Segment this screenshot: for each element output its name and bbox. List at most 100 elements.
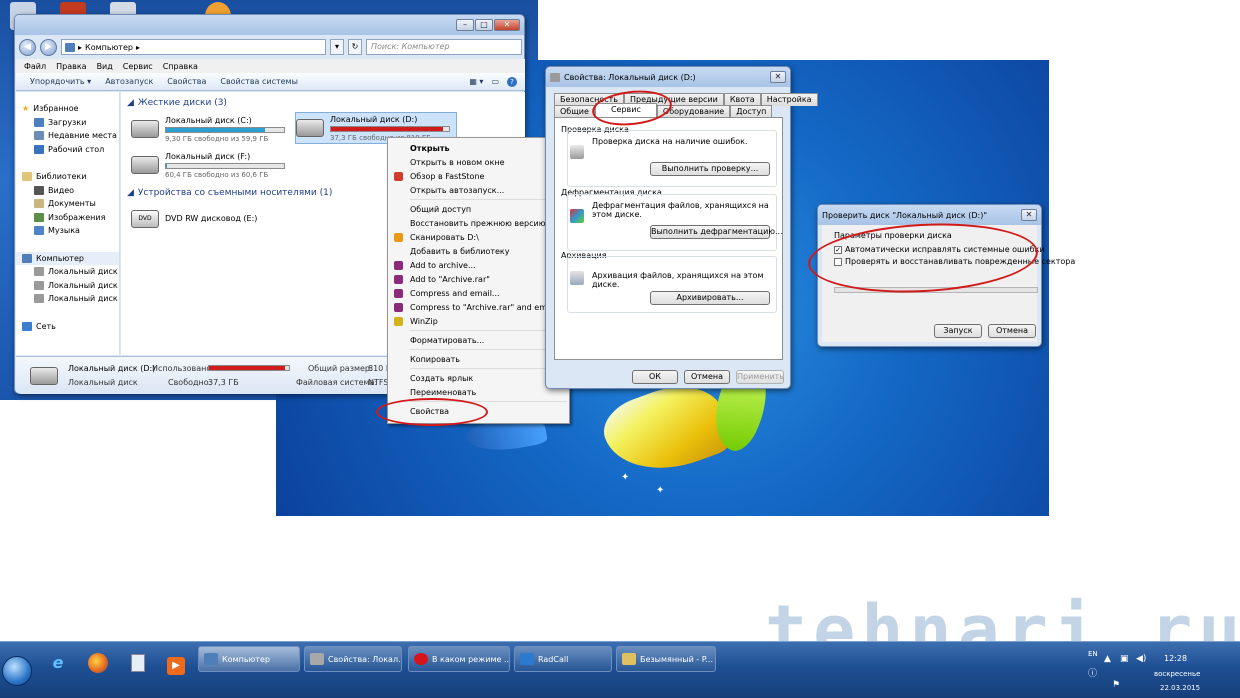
tray-arrow-icon[interactable]: ▲	[1104, 654, 1111, 664]
context-menu-item[interactable]: Сканировать D:\	[388, 230, 569, 244]
back-arrow-icon[interactable]: ◀	[19, 38, 36, 56]
system-tray: EN ⓘ ▲ ▣ ◀) ⚑ 12:28 воскресенье 22.03.20…	[1088, 646, 1224, 698]
check-disk-titlebar[interactable]: Проверить диск "Локальный диск (D:)" ✕	[818, 205, 1041, 225]
removable-header[interactable]: ◢ Устройства со съемными носителями (1)	[127, 188, 332, 198]
address-dropdown-icon[interactable]: ▾	[330, 39, 344, 55]
blank-area	[538, 0, 1225, 60]
nav-downloads[interactable]: Загрузки	[16, 116, 119, 130]
check-disk-title: Проверить диск "Локальный диск (D:)"	[822, 210, 988, 220]
nav-drive-d[interactable]: Локальный диск (D	[16, 279, 119, 293]
search-input[interactable]: Поиск: Компьютер	[366, 39, 522, 55]
nav-documents[interactable]: Документы	[16, 197, 119, 211]
context-menu-item[interactable]: Открыть в новом окне	[388, 155, 569, 169]
maximize-button[interactable]: □	[475, 19, 493, 31]
network-icon[interactable]: ▣	[1120, 654, 1129, 664]
cancel-button[interactable]: Отмена	[988, 324, 1036, 338]
menu-edit[interactable]: Правка	[56, 62, 86, 71]
properties-button[interactable]: Свойства	[167, 77, 206, 86]
menu-item-label: Add to archive...	[410, 260, 476, 270]
dvd-drive[interactable]: DVD DVD RW дисковод (E:)	[131, 204, 257, 228]
nav-libraries[interactable]: Библиотеки	[16, 170, 119, 184]
task-opera[interactable]: В каком режиме ...	[408, 646, 510, 672]
cancel-button[interactable]: Отмена	[684, 370, 730, 384]
start-button[interactable]	[2, 656, 32, 686]
close-button[interactable]: ✕	[494, 19, 520, 31]
notepad-icon[interactable]	[120, 648, 156, 678]
nav-drive-c[interactable]: Локальный диск (C	[16, 265, 119, 279]
context-menu-item[interactable]: Открыть	[388, 141, 569, 155]
organize-button[interactable]: Упорядочить ▾	[30, 77, 91, 86]
context-menu-item[interactable]: Compress to "Archive.rar" and email	[388, 300, 569, 314]
backup-button[interactable]: Архивировать...	[650, 291, 770, 305]
context-menu-item[interactable]: Создать ярлык	[388, 371, 569, 385]
firefox-icon[interactable]	[80, 648, 116, 678]
drive-c[interactable]: Локальный диск (C:) 9,30 ГБ свободно из …	[131, 114, 285, 143]
context-menu-item[interactable]: Форматировать...	[388, 333, 569, 347]
nav-label: Рабочий стол	[48, 144, 105, 154]
volume-icon[interactable]: ◀)	[1136, 654, 1146, 664]
context-menu-item[interactable]: Add to "Archive.rar"	[388, 272, 569, 286]
action-center-icon[interactable]: ⚑	[1112, 680, 1120, 690]
task-radcall[interactable]: RadCall	[514, 646, 612, 672]
menu-item-icon	[394, 261, 403, 270]
hard-disks-header[interactable]: ◢ Жесткие диски (3)	[127, 98, 227, 108]
context-menu-item[interactable]: WinZip▶	[388, 314, 569, 328]
nav-video[interactable]: Видео	[16, 184, 119, 198]
menu-view[interactable]: Вид	[97, 62, 113, 71]
nav-music[interactable]: Музыка	[16, 224, 119, 238]
nav-recent[interactable]: Недавние места	[16, 129, 119, 143]
nav-pictures[interactable]: Изображения	[16, 211, 119, 225]
media-player-icon[interactable]: ▶	[158, 648, 194, 678]
close-button[interactable]: ✕	[770, 71, 786, 83]
context-menu-item[interactable]: Обзор в FastStone	[388, 169, 569, 183]
explorer-titlebar[interactable]: – □ ✕	[15, 15, 524, 35]
menu-separator	[410, 199, 567, 200]
drive-f[interactable]: Локальный диск (F:) 60,4 ГБ свободно из …	[131, 150, 285, 179]
defragment-button[interactable]: Выполнить дефрагментацию...	[650, 225, 783, 239]
language-indicator[interactable]: EN	[1088, 650, 1098, 658]
task-properties[interactable]: Свойства: Локал...	[304, 646, 402, 672]
help-icon[interactable]: ?	[507, 76, 517, 87]
context-menu-item[interactable]: Добавить в библиотеку▶	[388, 244, 569, 258]
check-now-button[interactable]: Выполнить проверку...	[650, 162, 770, 176]
status-total-label: Общий размер:	[308, 364, 373, 373]
refresh-icon[interactable]: ↻	[348, 39, 362, 55]
clock-time[interactable]: 12:28	[1164, 654, 1187, 663]
close-button[interactable]: ✕	[1021, 209, 1037, 221]
section-check-disk: Проверка диска на наличие ошибок. Выполн…	[567, 130, 777, 187]
task-computer[interactable]: Компьютер	[198, 646, 300, 672]
context-menu-item[interactable]: Открыть автозапуск...	[388, 183, 569, 197]
drive-name: Локальный диск (C:)	[165, 116, 252, 125]
internet-explorer-icon[interactable]: e	[40, 648, 76, 678]
preview-pane-icon[interactable]: ▭	[491, 77, 499, 87]
radcall-icon	[520, 653, 534, 665]
nav-computer[interactable]: Компьютер	[16, 251, 119, 265]
context-menu-item[interactable]: Compress and email...	[388, 286, 569, 300]
menu-help[interactable]: Справка	[163, 62, 198, 71]
view-options-icon[interactable]: ▦ ▾	[469, 77, 483, 87]
context-menu-item[interactable]: Переименовать	[388, 385, 569, 399]
nav-label: Локальный диск (D	[48, 280, 119, 290]
nav-network[interactable]: Сеть	[16, 320, 119, 334]
context-menu-item[interactable]: Общий доступ▶	[388, 202, 569, 216]
forward-arrow-icon[interactable]: ▶	[40, 38, 57, 56]
properties-titlebar[interactable]: Свойства: Локальный диск (D:) ✕	[546, 67, 790, 87]
menu-tools[interactable]: Сервис	[123, 62, 153, 71]
ok-button[interactable]: ОК	[632, 370, 678, 384]
context-menu-item[interactable]: Восстановить прежнюю версию	[388, 216, 569, 230]
context-menu-item[interactable]: Add to archive...	[388, 258, 569, 272]
address-bar[interactable]: ▸ Компьютер ▸	[61, 39, 326, 55]
nav-favorites[interactable]: ★ Избранное	[16, 102, 119, 116]
hard-drive-icon	[296, 119, 324, 137]
menu-file[interactable]: Файл	[24, 62, 46, 71]
nav-drive-f[interactable]: Локальный диск (F	[16, 292, 119, 306]
nav-desktop[interactable]: Рабочий стол	[16, 143, 119, 157]
help-icon[interactable]: ⓘ	[1088, 666, 1097, 679]
autoplay-button[interactable]: Автозапуск	[105, 77, 153, 86]
start-button[interactable]: Запуск	[934, 324, 982, 338]
context-menu-item[interactable]: Копировать	[388, 352, 569, 366]
system-properties-button[interactable]: Свойства системы	[220, 77, 298, 86]
apply-button[interactable]: Применить	[736, 370, 784, 384]
minimize-button[interactable]: –	[456, 19, 474, 31]
task-paint[interactable]: Безымянный - P...	[616, 646, 716, 672]
